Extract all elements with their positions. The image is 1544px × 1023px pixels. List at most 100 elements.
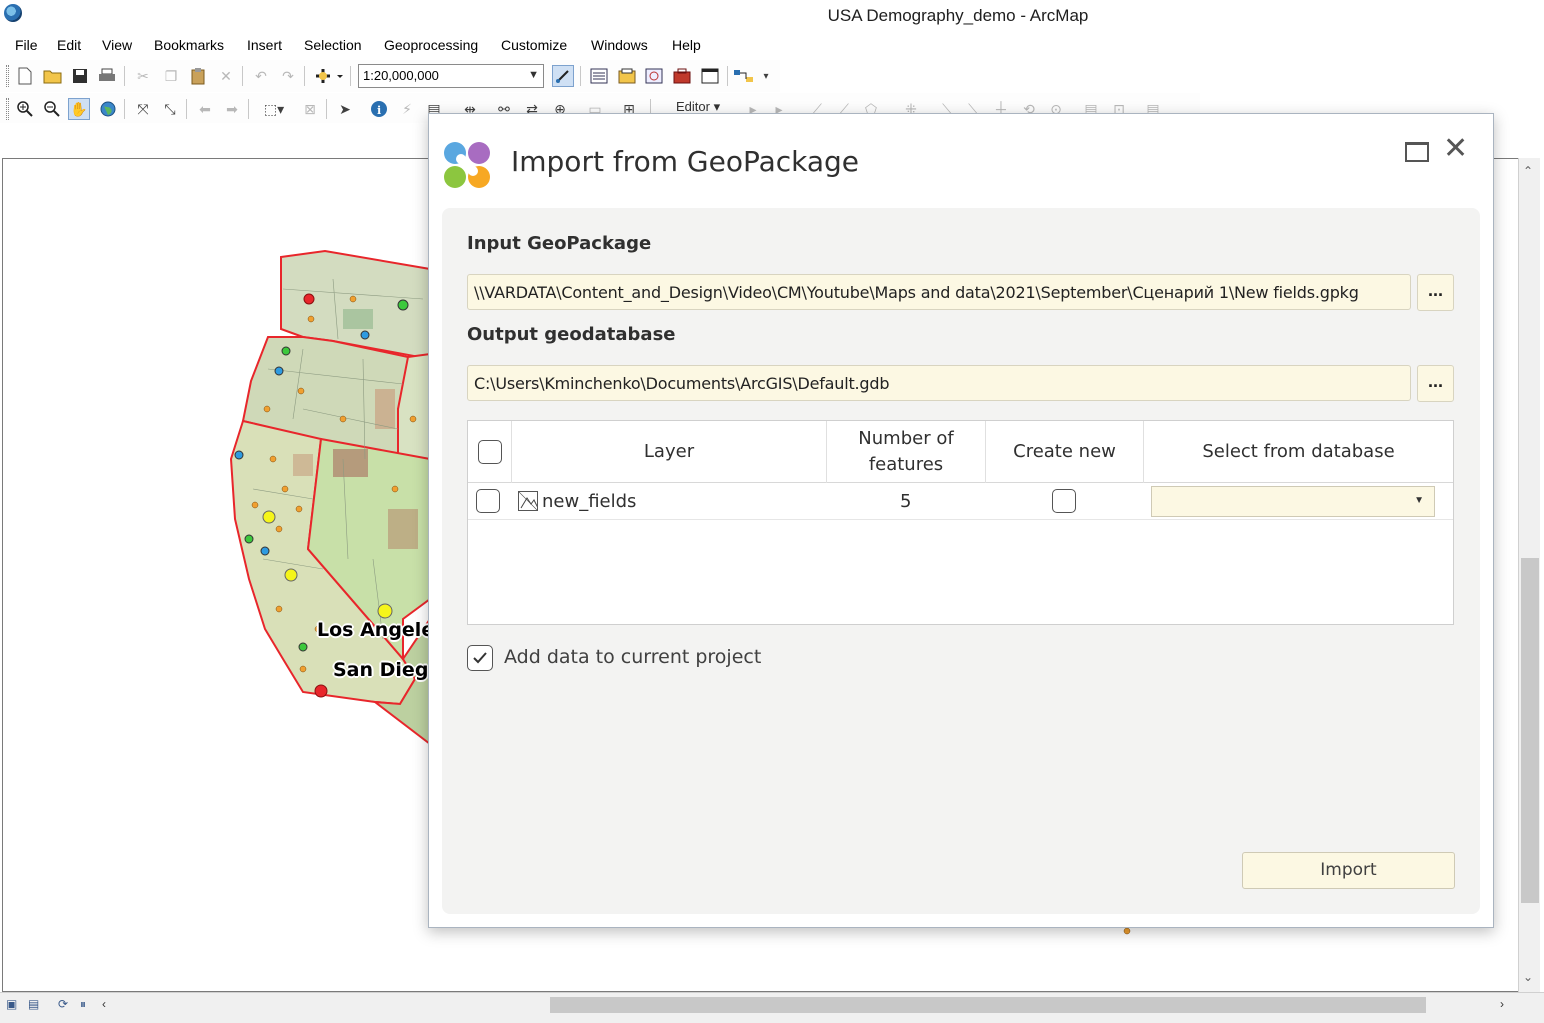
cut-icon[interactable]: ✂ [132,65,154,87]
map-scale-value: 1:20,000,000 [363,68,439,83]
create-new-cell [1052,483,1076,519]
window-title: USA Demography_demo - ArcMap [827,6,1089,25]
column-create-new[interactable]: Create new [986,421,1144,483]
toolbar-grip[interactable] [6,98,9,120]
full-extent-globe-icon[interactable] [97,98,119,120]
hyperlink-icon[interactable]: ⚡ [396,98,418,120]
menu-bookmarks[interactable]: Bookmarks [154,37,224,53]
add-to-project-label[interactable]: Add data to current project [504,646,761,668]
search-window-icon[interactable] [643,65,665,87]
browse-output-button[interactable]: ... [1417,365,1454,402]
editor-toolbar-icon[interactable] [552,65,574,87]
import-geopackage-dialog: Import from GeoPackage ✕ Input GeoPackag… [428,113,1494,928]
layers-table: Layer Number of features Create new Sele… [467,420,1454,625]
input-geopackage-field[interactable]: \\VARDATA\Content_and_Design\Video\CM\Yo… [467,274,1411,310]
select-elements-arrow-icon[interactable]: ➤ [334,98,356,120]
map-scale-combo[interactable]: 1:20,000,000 ▼ [358,64,544,88]
select-all-cell [468,421,512,483]
chevron-left-icon[interactable]: ‹ [102,997,106,1011]
status-bar: ▣ ▤ ⟳ ⏸ ‹ › [0,992,1544,1023]
chevron-up-icon[interactable]: ⌃ [1523,164,1533,178]
dialog-title: Import from GeoPackage [511,145,860,178]
menu-geoprocessing[interactable]: Geoprocessing [384,37,478,53]
chevron-down-icon: ▼ [528,69,539,81]
map-label-los-angeles: Los Angele [317,619,435,641]
menu-file[interactable]: File [15,37,38,53]
clear-selection-icon[interactable]: ⊠ [299,98,321,120]
row-select-cell [476,483,500,519]
fixed-zoom-out-icon[interactable]: ⤡ [159,98,181,120]
zoom-in-icon[interactable] [14,98,36,120]
menu-selection[interactable]: Selection [304,37,362,53]
menu-windows[interactable]: Windows [591,37,648,53]
modelbuilder-icon[interactable] [733,65,755,87]
table-header: Layer Number of features Create new Sele… [468,421,1453,483]
close-icon[interactable]: ✕ [1443,134,1468,164]
map-label-san-diego: San Dieg [333,659,429,681]
redo-icon[interactable]: ↷ [277,65,299,87]
undo-icon[interactable]: ↶ [250,65,272,87]
menu-customize[interactable]: Customize [501,37,567,53]
create-new-checkbox[interactable] [1052,489,1076,513]
python-window-icon[interactable] [699,65,721,87]
arctoolbox-icon[interactable] [671,65,693,87]
print-icon[interactable] [96,65,118,87]
column-select-from-database[interactable]: Select from database [1144,421,1453,483]
table-of-contents-icon[interactable] [588,65,610,87]
pause-drawing-icon[interactable]: ⏸ [80,997,86,1012]
horizontal-scroll-thumb[interactable] [550,997,1426,1013]
fixed-zoom-in-icon[interactable]: ⤧ [132,98,154,120]
catalog-icon[interactable] [616,65,638,87]
new-document-icon[interactable] [14,65,36,87]
chevron-right-icon[interactable]: › [1500,997,1504,1011]
select-from-database-dropdown[interactable]: ▼ [1151,486,1435,517]
vertical-scroll-thumb[interactable] [1521,558,1539,903]
back-extent-icon[interactable]: ⬅ [194,98,216,120]
geopackage-logo-icon [444,142,490,188]
toolbar-overflow-icon[interactable]: ▾ [760,65,772,87]
menu-bar: File Edit View Bookmarks Insert Selectio… [0,32,1544,60]
layer-name: new_fields [542,490,637,512]
dialog-panel: Input GeoPackage \\VARDATA\Content_and_D… [442,208,1480,914]
toolbar-grip[interactable] [6,65,9,87]
zoom-out-icon[interactable] [41,98,63,120]
chevron-down-icon: ▼ [1414,495,1424,506]
menu-help[interactable]: Help [672,37,701,53]
input-geopackage-label: Input GeoPackage [467,233,652,254]
refresh-icon[interactable]: ⟳ [58,997,68,1011]
column-number-of-features[interactable]: Number of features [827,421,986,483]
select-features-icon[interactable]: ⬚▾ [256,98,292,120]
save-icon[interactable] [69,65,91,87]
delete-icon[interactable]: ✕ [215,65,237,87]
row-select-checkbox[interactable] [476,489,500,513]
title-bar: USA Demography_demo - ArcMap [0,0,1544,32]
layout-view-icon[interactable]: ▤ [28,997,39,1011]
maximize-icon[interactable] [1405,142,1429,162]
table-row[interactable]: new_fields 5 ▼ [468,483,1453,520]
output-geodatabase-field[interactable]: C:\Users\Kminchenko\Documents\ArcGIS\Def… [467,365,1411,401]
paste-icon[interactable] [187,65,209,87]
add-to-project-checkbox[interactable] [467,645,493,671]
chevron-down-icon[interactable]: ⌄ [1523,970,1533,984]
browse-input-button[interactable]: ... [1417,274,1454,311]
menu-insert[interactable]: Insert [247,37,282,53]
feature-count: 5 [900,490,912,512]
menu-edit[interactable]: Edit [57,37,81,53]
checkmark-icon [473,652,487,664]
forward-extent-icon[interactable]: ➡ [221,98,243,120]
svg-text:i: i [377,104,381,117]
pan-hand-icon[interactable]: ✋ [68,98,90,120]
raster-layer-icon [518,491,538,511]
output-geodatabase-label: Output geodatabase [467,324,676,345]
map-vertical-scrollbar[interactable]: ⌃ ⌄ [1518,158,1540,992]
menu-view[interactable]: View [102,37,132,53]
copy-icon[interactable]: ❐ [160,65,182,87]
data-view-icon[interactable]: ▣ [6,997,17,1011]
add-data-icon[interactable] [312,65,346,87]
column-layer[interactable]: Layer [512,421,827,483]
open-folder-icon[interactable] [42,65,64,87]
import-button[interactable]: Import [1242,852,1455,889]
identify-icon[interactable]: i [368,98,390,120]
layer-name-cell: new_fields [518,483,636,519]
select-all-checkbox[interactable] [477,440,502,464]
